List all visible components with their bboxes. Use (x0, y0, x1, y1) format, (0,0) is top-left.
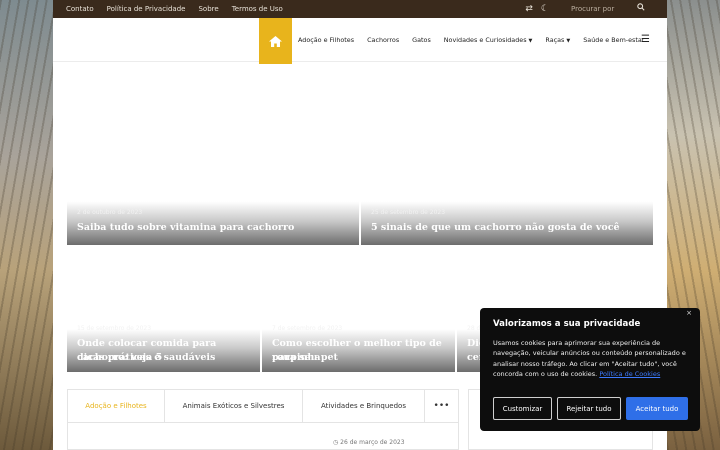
moon-icon[interactable]: ☾ (541, 4, 549, 14)
post-title[interactable]: 5 sinais de que um cachorro não gosta de… (371, 221, 620, 235)
search-placeholder: Procurar por (571, 5, 615, 13)
topbar-tools: ⇄ ☾ Procurar por (525, 0, 667, 18)
topbar-link-contato[interactable]: Contato (66, 5, 94, 13)
post-date: 15 de setembro de 2023 (77, 325, 152, 332)
cookie-consent-banner: × Valorizamos a sua privacidade Usamos c… (480, 308, 700, 431)
caret-down-icon: ▼ (566, 38, 571, 44)
nav-label: Adoção e Filhotes (298, 36, 355, 44)
hamburger-icon[interactable]: ☰ (641, 34, 650, 45)
post-card[interactable]: 2 de outubro de 2023 Saiba tudo sobre vi… (67, 166, 359, 245)
post-title-line2[interactable]: para seu pet (272, 351, 338, 365)
post-card[interactable]: 15 de setembro de 2023 Onde colocar comi… (67, 294, 260, 372)
post-date: 28 d (467, 325, 481, 332)
home-button[interactable] (259, 18, 292, 64)
post-card[interactable]: 7 de setembro de 2023 Como escolher o me… (262, 294, 455, 372)
tab-animais-exoticos[interactable]: Animais Exóticos e Silvestres (165, 390, 303, 422)
post-date: 7 de setembro de 2023 (272, 325, 343, 332)
reject-all-button[interactable]: Rejeitar tudo (557, 397, 621, 420)
nav-label: Saúde e Bem-estar (583, 36, 645, 44)
topbar-link-sobre[interactable]: Sobre (198, 5, 218, 13)
nav-label: Cachorros (367, 36, 400, 44)
search-input[interactable]: Procurar por (557, 0, 667, 18)
nav-label: Gatos (412, 36, 431, 44)
close-icon[interactable]: × (686, 309, 692, 317)
nav-label: Raças (545, 36, 565, 44)
clock-icon: ◷ (333, 439, 339, 446)
main-navigation: Adoção e Filhotes Cachorros Gatos Novida… (53, 18, 667, 64)
tab-adocao[interactable]: Adoção e Filhotes (68, 390, 165, 422)
background-left (0, 0, 53, 450)
nav-item-saude[interactable]: Saúde e Bem-estar (583, 36, 644, 44)
cookie-title: Valorizamos a sua privacidade (493, 319, 641, 329)
nav-item-adocao[interactable]: Adoção e Filhotes (298, 36, 354, 44)
category-tabs: Adoção e Filhotes Animais Exóticos e Sil… (67, 389, 459, 423)
search-icon[interactable] (637, 3, 645, 13)
home-icon (269, 32, 282, 51)
top-bar: Contato Política de Privacidade Sobre Te… (53, 0, 667, 18)
nav-label: Novidades e Curiosidades (443, 36, 527, 44)
post-date: 25 de setembro de 2023 (371, 209, 446, 216)
nav-item-gatos[interactable]: Gatos (412, 36, 431, 44)
post-card[interactable]: 25 de setembro de 2023 5 sinais de que u… (361, 166, 653, 245)
cookie-text: Usamos cookies para aprimorar sua experi… (493, 338, 687, 380)
post-title-line2[interactable]: dicas práticas e saudáveis (77, 351, 215, 365)
tab-more[interactable]: ••• (425, 390, 458, 422)
nav-item-cachorros[interactable]: Cachorros (367, 36, 399, 44)
panel-date-text: 26 de março de 2023 (340, 439, 405, 446)
shuffle-icon[interactable]: ⇄ (525, 4, 533, 14)
post-title[interactable]: Saiba tudo sobre vitamina para cachorro (77, 221, 294, 235)
panel-post-date: ◷ 26 de março de 2023 (333, 439, 405, 446)
cookie-policy-link[interactable]: Política de Cookies (599, 370, 660, 378)
customize-button[interactable]: Customizar (493, 397, 552, 420)
nav-item-novidades[interactable]: Novidades e Curiosidades ▼ (444, 36, 533, 44)
topbar-link-privacidade[interactable]: Política de Privacidade (107, 5, 186, 13)
nav-items: Adoção e Filhotes Cachorros Gatos Novida… (298, 18, 657, 62)
nav-item-racas[interactable]: Raças ▼ (545, 36, 570, 44)
post-date: 2 de outubro de 2023 (77, 209, 143, 216)
topbar-link-termos[interactable]: Termos de Uso (232, 5, 283, 13)
accept-all-button[interactable]: Aceitar tudo (626, 397, 688, 420)
tab-atividades[interactable]: Atividades e Brinquedos (303, 390, 425, 422)
cookie-buttons: Customizar Rejeitar tudo Aceitar tudo (493, 397, 693, 420)
caret-down-icon: ▼ (528, 38, 533, 44)
